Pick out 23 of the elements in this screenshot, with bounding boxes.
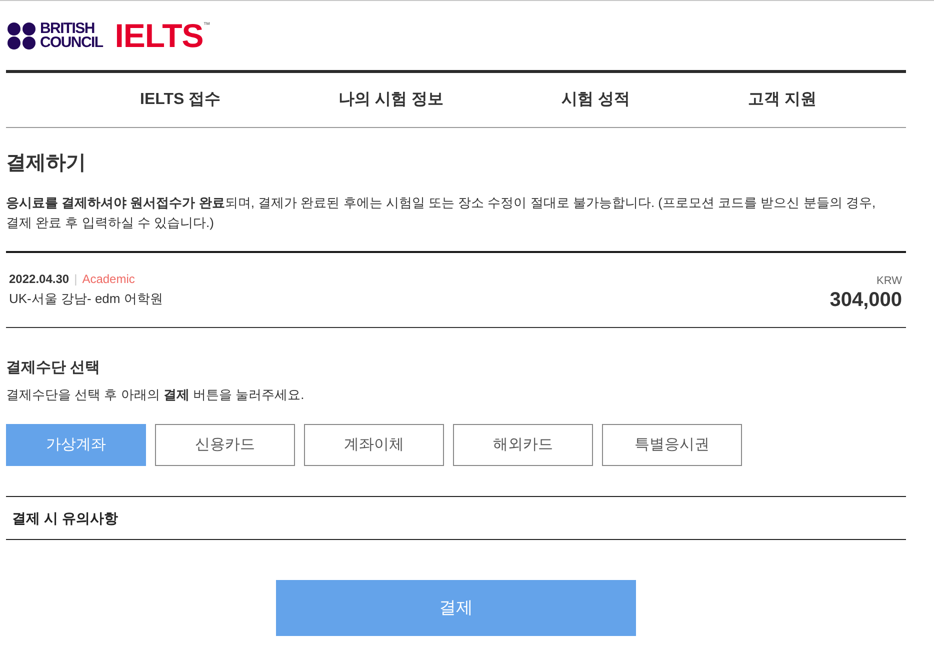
nav-link[interactable]: 시험 성적 xyxy=(561,88,630,112)
nav-link[interactable]: 나의 시험 정보 xyxy=(338,88,444,112)
payment-option-tab[interactable]: 특별응시권 xyxy=(602,424,742,466)
exam-venue: UK-서울 강남- edm 어학원 xyxy=(9,290,163,308)
section-heading: 결제수단 선택 xyxy=(6,358,102,378)
date-separator: | xyxy=(74,271,78,287)
nav-link[interactable]: IELTS 접수 xyxy=(140,88,221,112)
notice-paragraph: 응시료를 결제하셔야 원서접수가 완료되며, 결제가 완료된 후에는 시험일 또는 장소 수정이 절대로 불가능합니다. (프로모션 코드를 받으신 분들의 경우, 결제 완료 후 입력하실 수 있습니다.) xyxy=(6,194,877,232)
page-title: 결제하기 xyxy=(6,151,87,176)
brand-logo-text: COUNCIL xyxy=(40,36,103,50)
instruction-text: 결제수단을 선택 후 아래의 결제 버튼을 눌러주세요. xyxy=(6,386,306,404)
payment-option-tab[interactable]: 계좌이체 xyxy=(304,424,444,466)
ielts-logo-text: IELTS xyxy=(114,20,204,50)
brand-logo-text: BRITISH xyxy=(40,22,94,36)
caution-heading: 결제 시 유의사항 xyxy=(12,508,118,528)
exam-module: Academic xyxy=(82,271,135,287)
four-dots-logo-icon xyxy=(7,22,36,50)
payment-option-tab[interactable]: 해외카드 xyxy=(453,424,593,466)
currency-label: KRW xyxy=(876,275,902,288)
exam-fee: 304,000 xyxy=(830,288,902,312)
payment-option-tab[interactable]: 신용카드 xyxy=(155,424,295,466)
nav-link[interactable]: 고객 지원 xyxy=(748,88,816,112)
exam-date: 2022.04.30 xyxy=(9,271,70,287)
